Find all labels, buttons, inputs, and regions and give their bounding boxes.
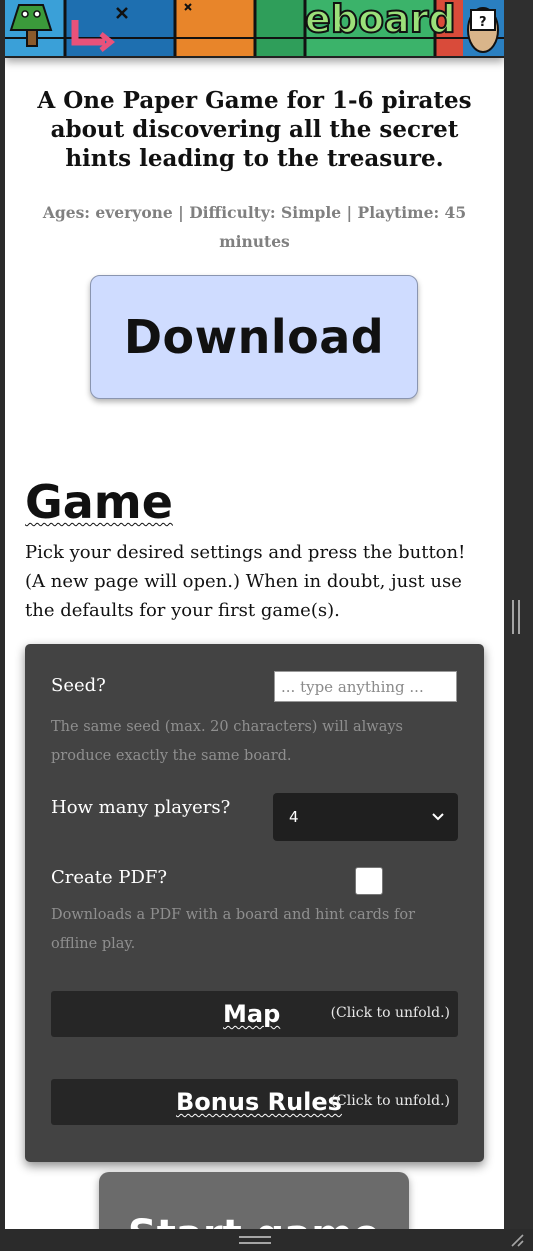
bonus-rules-section-toggle[interactable]: Bonus Rules (Click to unfold.): [51, 1079, 458, 1125]
settings-panel: Seed? The same seed (max. 20 characters)…: [25, 644, 484, 1162]
pdf-help-text: Downloads a PDF with a board and hint ca…: [51, 907, 415, 952]
download-button[interactable]: Download: [90, 275, 418, 399]
tagline: A One Paper Game for 1-6 pirates about d…: [37, 87, 472, 172]
seed-help-text: The same seed (max. 20 characters) will …: [51, 719, 403, 764]
horizontal-resize-handle[interactable]: [239, 1236, 271, 1244]
start-game-button[interactable]: Start game: [99, 1172, 409, 1229]
header-banner-image: eboard ?: [5, 0, 504, 58]
players-select[interactable]: 4: [273, 793, 458, 841]
page-viewport: eboard ? A One Paper Game for 1-6 pirate…: [5, 0, 504, 1229]
corner-resize-grip-icon[interactable]: [509, 1232, 525, 1248]
game-heading: Game: [25, 475, 173, 529]
svg-text:?: ?: [479, 15, 487, 30]
seed-label: Seed?: [51, 675, 106, 696]
game-intro-text: Pick your desired settings and press the…: [25, 542, 466, 621]
map-section-toggle[interactable]: Map (Click to unfold.): [51, 991, 458, 1037]
map-section-title: Map: [223, 1000, 281, 1028]
chevron-down-icon: [432, 813, 444, 821]
start-game-label: Start game: [99, 1212, 409, 1229]
seed-input[interactable]: [274, 671, 457, 702]
svg-text:eboard: eboard: [305, 0, 456, 41]
bonus-rules-section-title: Bonus Rules: [176, 1088, 342, 1116]
vertical-resize-handle[interactable]: [512, 600, 520, 634]
players-select-value: 4: [289, 808, 299, 826]
download-button-label: Download: [123, 310, 385, 364]
pdf-label: Create PDF?: [51, 867, 168, 888]
pdf-checkbox[interactable]: [355, 867, 383, 895]
game-meta-info: Ages: everyone | Difficulty: Simple | Pl…: [42, 203, 467, 251]
pirate-icon: ?: [467, 7, 499, 53]
players-label: How many players?: [51, 797, 231, 818]
map-section-hint: (Click to unfold.): [330, 1005, 450, 1021]
bonus-rules-section-hint: (Click to unfold.): [330, 1093, 450, 1109]
